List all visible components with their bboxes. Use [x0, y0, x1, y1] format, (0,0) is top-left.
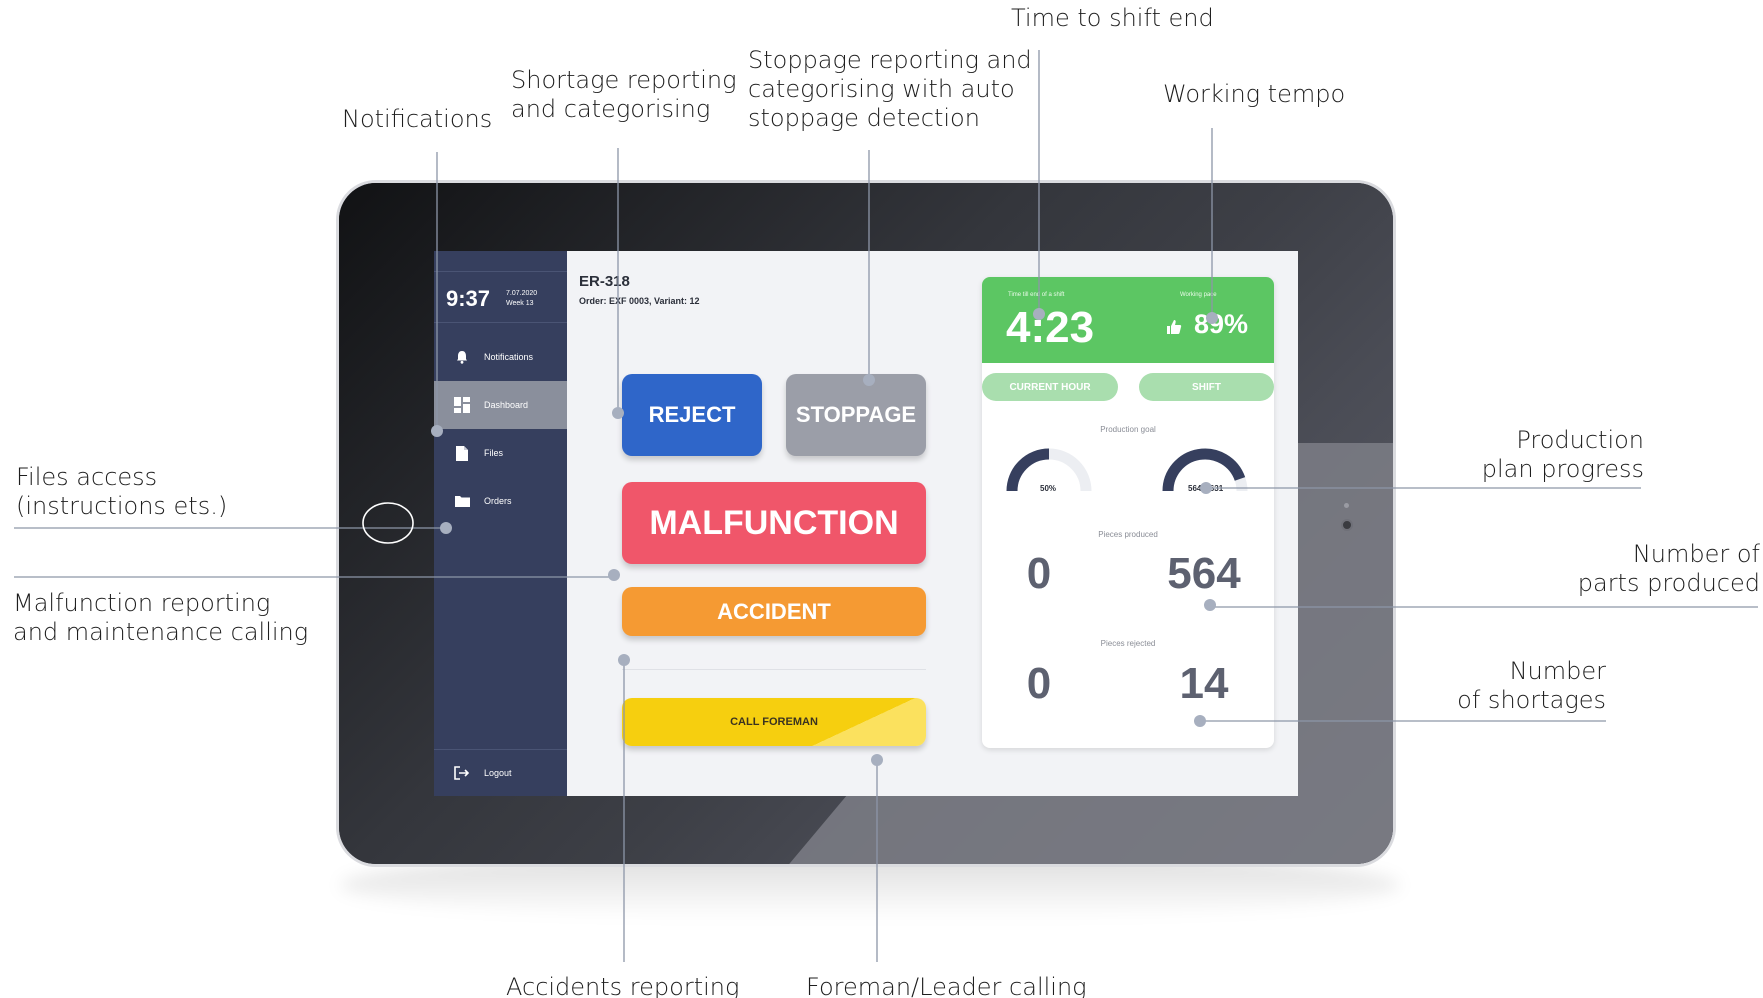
goal-shift-text: 564 z 631: [1188, 484, 1224, 493]
order-header: ER-318 Order: EXF 0003, Variant: 12: [579, 273, 700, 306]
pieces-rejected-label: Pieces rejected: [1100, 639, 1156, 648]
pieces-produced-label: Pieces produced: [1098, 530, 1158, 539]
order-subtitle: Order: EXF 0003, Variant: 12: [579, 296, 700, 306]
logout-button[interactable]: Logout: [434, 749, 567, 796]
period-tabs: CURRENT HOUR SHIFT: [982, 373, 1274, 401]
rejected-shift-value: 14: [1179, 659, 1229, 708]
thumbs-up-icon: [1166, 319, 1182, 335]
sidebar-item-label: Orders: [484, 496, 512, 506]
file-icon: [454, 445, 470, 461]
app-screen: 9:37 7.07.2020 Week 13 Notifications Das…: [434, 251, 1298, 796]
sensor-dot: [1344, 503, 1349, 508]
stats-panel: Time till end of a shift 4:23 Working pa…: [982, 277, 1274, 748]
bell-icon: [454, 350, 470, 364]
shift-status-header: Time till end of a shift 4:23 Working pa…: [982, 277, 1274, 363]
working-pace-value: 89%: [1194, 309, 1249, 339]
callout-time-to-shift-end: Time to shift end: [1011, 4, 1214, 32]
divider: [622, 669, 926, 670]
sidebar: 9:37 7.07.2020 Week 13 Notifications Das…: [434, 251, 567, 796]
callout-files-access: Files access (instructions ets.): [16, 463, 228, 520]
callout-working-tempo: Working tempo: [1163, 80, 1346, 108]
folder-icon: [454, 495, 470, 507]
callout-production-plan: Production plan progress: [1481, 426, 1644, 483]
stoppage-button[interactable]: STOPPAGE: [786, 374, 926, 456]
clock-box: 9:37 7.07.2020 Week 13: [434, 271, 567, 323]
reject-button[interactable]: REJECT: [622, 374, 762, 456]
callout-parts-produced: Number of parts produced: [1577, 540, 1760, 597]
callout-malfunction: Malfunction reporting and maintenance ca…: [13, 589, 309, 646]
sidebar-item-label: Files: [484, 448, 504, 458]
sidebar-item-dashboard[interactable]: Dashboard: [434, 381, 567, 429]
logout-icon: [454, 766, 470, 780]
callout-shortage: Shortage reporting and categorising: [511, 66, 737, 123]
dashboard-icon: [454, 397, 470, 413]
rejected-current-value: 0: [1026, 659, 1052, 708]
malfunction-button[interactable]: MALFUNCTION: [622, 482, 926, 564]
produced-shift-value: 564: [1167, 549, 1241, 598]
produced-current-value: 0: [1026, 549, 1052, 598]
sidebar-item-label: Dashboard: [484, 400, 529, 410]
week-text: Week 13: [506, 300, 534, 307]
callout-stoppage: Stoppage reporting and categorising with…: [748, 46, 1032, 132]
callout-shortages: Number of shortages: [1457, 657, 1606, 714]
clock-date: 7.07.2020 Week 13: [506, 289, 537, 309]
callout-accidents: Accidents reporting: [506, 973, 740, 998]
working-pace-label: Working pace: [1180, 292, 1217, 298]
tab-shift[interactable]: SHIFT: [1139, 373, 1274, 401]
call-foreman-button[interactable]: CALL FOREMAN: [622, 698, 926, 746]
accident-button[interactable]: ACCIDENT: [622, 587, 926, 636]
time-till-end-value: 4:23: [1006, 303, 1095, 352]
logout-label: Logout: [484, 768, 512, 778]
sidebar-item-label: Notifications: [484, 352, 534, 362]
clock-time: 9:37: [446, 286, 491, 311]
camera-icon: [1341, 519, 1353, 531]
goal-current-text: 50%: [1040, 484, 1057, 493]
sidebar-item-files[interactable]: Files: [434, 429, 567, 477]
sidebar-item-orders[interactable]: Orders: [434, 477, 567, 525]
time-till-end-label: Time till end of a shift: [1008, 292, 1065, 298]
date-text: 7.07.2020: [506, 290, 538, 297]
callout-notifications: Notifications: [342, 105, 493, 133]
sidebar-item-notifications[interactable]: Notifications: [434, 333, 567, 381]
order-title: ER-318: [579, 273, 630, 290]
tab-current-hour[interactable]: CURRENT HOUR: [982, 373, 1118, 401]
callout-foreman: Foreman/Leader calling: [806, 973, 1087, 998]
production-goal-label: Production goal: [1100, 425, 1156, 434]
